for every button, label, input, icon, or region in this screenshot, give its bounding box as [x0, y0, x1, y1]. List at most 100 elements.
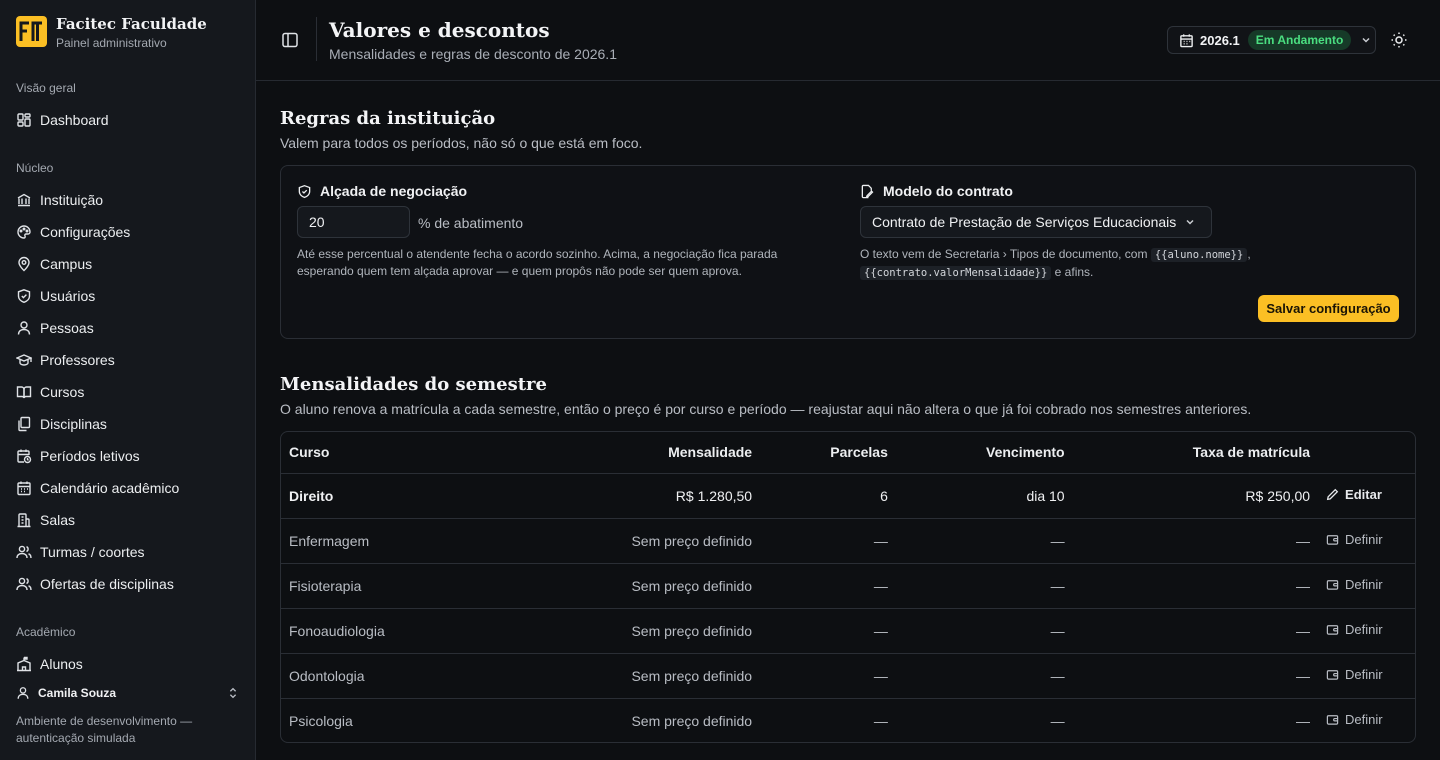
column-header: Vencimento	[895, 432, 1073, 474]
save-config-button[interactable]: Salvar configuração	[1258, 295, 1399, 322]
action-cell: Definir	[1318, 698, 1415, 742]
sidebar-item-configuracoes[interactable]: Configurações	[16, 218, 240, 246]
due-cell: —	[1050, 712, 1065, 729]
graduation-cap-icon	[16, 354, 32, 366]
period-value: 2026.1	[1200, 32, 1240, 48]
sidebar-item-pessoas[interactable]: Pessoas	[16, 314, 240, 342]
user-icon	[17, 321, 31, 335]
course-cell: Enfermagem	[281, 518, 511, 564]
page-subtitle: Mensalidades e regras de desconto de 202…	[329, 46, 617, 62]
due-cell: —	[895, 653, 1073, 699]
period-select[interactable]: 2026.1 Em Andamento	[1167, 26, 1376, 54]
sidebar-item-cursos[interactable]: Cursos	[16, 378, 240, 406]
sidebar-item-alunos[interactable]: Alunos	[16, 650, 240, 678]
fees-title: Mensalidades do semestre	[280, 374, 547, 395]
define-button[interactable]: Definir	[1326, 622, 1383, 637]
negotiation-help: Até esse percentual o atendente fecha o …	[297, 247, 778, 278]
action-cell: Definir	[1318, 653, 1415, 699]
sidebar-item-ofertas[interactable]: Ofertas de disciplinas	[16, 570, 240, 598]
define-button[interactable]: Definir	[1326, 712, 1383, 727]
wallet-icon	[1326, 625, 1339, 635]
contract-help: O texto vem de Secretaria › Tipos de doc…	[860, 247, 1251, 280]
action-cell: Definir	[1318, 563, 1415, 609]
contract-template-select[interactable]: Contrato de Prestação de Serviços Educac…	[860, 206, 1212, 238]
sidebar-item-label: Calendário acadêmico	[40, 480, 180, 496]
sidebar-item-calendario[interactable]: Calendário acadêmico	[16, 474, 240, 502]
define-label: Definir	[1345, 532, 1383, 547]
nav-section-label: Visão geral	[16, 81, 76, 95]
define-label: Definir	[1345, 577, 1383, 592]
installments-cell: —	[760, 518, 896, 564]
sidebar-item-label: Disciplinas	[40, 416, 107, 432]
enrollment-fee-cell: —	[1072, 518, 1319, 564]
table-row: Direito R$ 1.280,50 6 dia 10 R$ 250,00 E…	[281, 473, 1415, 519]
define-button[interactable]: Definir	[1326, 667, 1383, 682]
sidebar-item-professores[interactable]: Professores	[16, 346, 240, 374]
column-header: Parcelas	[760, 432, 896, 474]
negotiation-percent-input[interactable]: 20	[297, 206, 410, 238]
column-header: Taxa de matrícula	[1072, 432, 1319, 474]
rules-card: Alçada de negociação 20 % de abatimento …	[280, 165, 1416, 339]
sidebar-item-usuarios[interactable]: Usuários	[16, 282, 240, 310]
sidebar-item-label: Períodos letivos	[40, 448, 140, 464]
sidebar-toggle-icon[interactable]	[280, 30, 300, 50]
users-icon	[16, 577, 32, 591]
installments-cell: —	[873, 712, 888, 729]
page-title: Valores e descontos	[329, 18, 550, 42]
sidebar-item-salas[interactable]: Salas	[16, 506, 240, 534]
define-label: Definir	[1345, 622, 1383, 637]
course-cell: Odontologia	[281, 653, 511, 699]
building-icon	[17, 513, 31, 528]
sidebar-item-instituicao[interactable]: Instituição	[16, 186, 240, 214]
edit-button[interactable]: Editar	[1326, 487, 1382, 502]
negotiation-label: Alçada de negociação	[297, 183, 467, 199]
chevron-down-icon	[1362, 37, 1370, 43]
table-header-row: Curso Mensalidade Parcelas Vencimento Ta…	[281, 432, 1415, 474]
due-cell: —	[895, 608, 1073, 654]
calendar-clock-icon	[17, 449, 32, 464]
nav-section-label: Acadêmico	[16, 625, 76, 639]
define-label: Definir	[1345, 667, 1383, 682]
sidebar-item-dashboard[interactable]: Dashboard	[16, 106, 240, 134]
contract-template-value: Contrato de Prestação de Serviços Educac…	[872, 214, 1177, 230]
documents-icon	[18, 416, 31, 432]
institution-icon	[17, 193, 31, 207]
enrollment-fee-cell: —	[1072, 608, 1319, 654]
define-button[interactable]: Definir	[1326, 577, 1383, 592]
contract-help-prefix: O texto vem de Secretaria › Tipos de doc…	[860, 247, 1148, 261]
define-button[interactable]: Definir	[1326, 532, 1383, 547]
fee-cell: Sem preço definido	[510, 563, 761, 609]
enrollment-fee-cell: —	[1072, 653, 1319, 699]
fees-subtitle: O aluno renova a matrícula a cada semest…	[280, 401, 1252, 417]
sidebar-item-label: Campus	[40, 256, 93, 272]
sidebar-item-disciplinas[interactable]: Disciplinas	[16, 410, 240, 438]
logo-icon	[16, 16, 47, 47]
table-row: Fisioterapia Sem preço definido — — — De…	[281, 563, 1415, 609]
course-cell: Fonoaudiologia	[281, 608, 511, 654]
placeholder-code: {{aluno.nome}}	[1150, 248, 1248, 262]
brand-name: Facitec Faculdade	[56, 15, 207, 33]
sidebar-item-turmas[interactable]: Turmas / coortes	[16, 538, 240, 566]
fee-cell: Sem preço definido	[631, 712, 753, 729]
table-row: Psicologia Sem preço definido — — — Defi…	[281, 698, 1415, 742]
header-divider	[316, 17, 317, 61]
chevron-down-icon	[1186, 219, 1194, 225]
installments-cell: —	[760, 563, 896, 609]
due-cell: —	[895, 563, 1073, 609]
sidebar-item-campus[interactable]: Campus	[16, 250, 240, 278]
user-name: Camila Souza	[38, 686, 117, 700]
shield-check-icon	[298, 184, 311, 198]
installments-cell: —	[760, 653, 896, 699]
user-menu[interactable]: Camila Souza	[16, 684, 240, 702]
wallet-icon	[1326, 535, 1339, 545]
sidebar-item-label: Salas	[40, 512, 76, 528]
calendar-icon	[1180, 33, 1193, 47]
define-label: Definir	[1345, 712, 1383, 728]
negotiation-unit: % de abatimento	[418, 215, 524, 231]
wallet-icon	[1326, 715, 1339, 725]
fee-cell: Sem preço definido	[510, 653, 761, 699]
sidebar-item-periodos-letivos[interactable]: Períodos letivos	[16, 442, 240, 470]
sun-icon[interactable]	[1390, 31, 1408, 49]
brand[interactable]: Facitec Faculdade Painel administrativo	[16, 16, 207, 51]
status-badge: Em Andamento	[1247, 30, 1352, 50]
